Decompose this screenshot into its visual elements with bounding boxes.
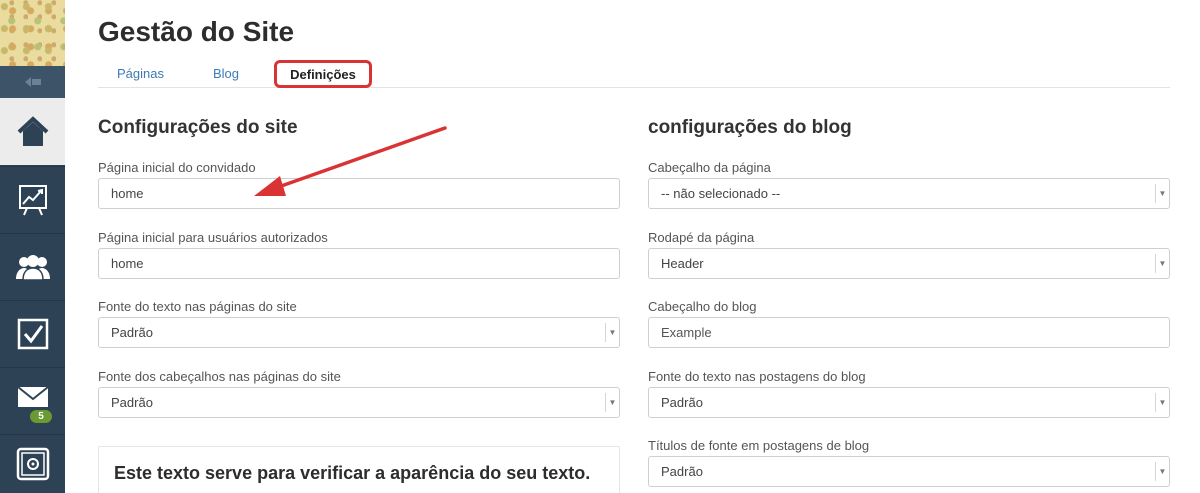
post-heading-font-label: Títulos de fonte em postagens de blog bbox=[648, 438, 870, 453]
sidebar-item-mail[interactable]: 5 bbox=[0, 367, 65, 434]
heading-font-value: Padrão bbox=[111, 395, 153, 410]
home-icon bbox=[17, 115, 48, 146]
post-text-font-label: Fonte do texto nas postagens do blog bbox=[648, 369, 866, 384]
sidebar-item-stats[interactable] bbox=[0, 166, 65, 233]
sidebar-item-settings[interactable] bbox=[0, 434, 65, 493]
tab-settings[interactable]: Definições bbox=[274, 60, 372, 88]
font-preview-text: Este texto serve para verificar a aparên… bbox=[114, 463, 591, 483]
settings-icon bbox=[16, 447, 49, 481]
users-icon bbox=[15, 255, 50, 281]
chart-icon bbox=[18, 185, 47, 216]
chevron-down-icon: ▼ bbox=[1155, 393, 1169, 412]
post-heading-font-select[interactable]: Padrão ▼ bbox=[648, 456, 1170, 487]
sidebar-collapse-button[interactable] bbox=[0, 66, 65, 98]
chevron-down-icon: ▼ bbox=[605, 393, 619, 412]
guest-home-input[interactable]: home bbox=[98, 178, 620, 209]
sidebar-item-home[interactable] bbox=[0, 98, 65, 165]
checkbox-icon bbox=[17, 318, 48, 350]
heading-font-select[interactable]: Padrão ▼ bbox=[98, 387, 620, 418]
chevron-down-icon: ▼ bbox=[1155, 184, 1169, 203]
auth-home-input[interactable]: home bbox=[98, 248, 620, 279]
tab-pages[interactable]: Páginas bbox=[117, 66, 164, 81]
page-footer-select[interactable]: Header ▼ bbox=[648, 248, 1170, 279]
post-heading-font-value: Padrão bbox=[661, 464, 703, 479]
page-title: Gestão do Site bbox=[98, 16, 295, 47]
blog-config-title: configurações do blog bbox=[648, 117, 852, 138]
collapse-arrow-icon bbox=[24, 77, 41, 87]
page-header-value: -- não selecionado -- bbox=[661, 186, 781, 201]
blog-header-label: Cabeçalho do blog bbox=[648, 299, 757, 314]
sidebar-item-users[interactable] bbox=[0, 233, 65, 300]
post-text-font-select[interactable]: Padrão ▼ bbox=[648, 387, 1170, 418]
mail-count-badge: 5 bbox=[28, 408, 54, 425]
page-header-label: Cabeçalho da página bbox=[648, 160, 771, 175]
post-text-font-value: Padrão bbox=[661, 395, 703, 410]
sidebar: 5 bbox=[0, 0, 65, 493]
text-font-select[interactable]: Padrão ▼ bbox=[98, 317, 620, 348]
blog-header-input[interactable]: Example bbox=[648, 317, 1170, 348]
page-header-select[interactable]: -- não selecionado -- ▼ bbox=[648, 178, 1170, 209]
chevron-down-icon: ▼ bbox=[1155, 462, 1169, 481]
tab-bar: Páginas Blog Definições bbox=[98, 60, 1170, 88]
text-font-label: Fonte do texto nas páginas do site bbox=[98, 299, 297, 314]
heading-font-label: Fonte dos cabeçalhos nas páginas do site bbox=[98, 369, 341, 384]
page-footer-value: Header bbox=[661, 256, 704, 271]
chevron-down-icon: ▼ bbox=[605, 323, 619, 342]
sidebar-item-tasks[interactable] bbox=[0, 300, 65, 367]
page-footer-label: Rodapé da página bbox=[648, 230, 755, 245]
site-config-title: Configurações do site bbox=[98, 117, 298, 138]
chevron-down-icon: ▼ bbox=[1155, 254, 1169, 273]
mail-icon bbox=[16, 386, 49, 407]
logo[interactable] bbox=[0, 0, 65, 66]
text-font-value: Padrão bbox=[111, 325, 153, 340]
tab-blog[interactable]: Blog bbox=[213, 66, 239, 81]
guest-home-label: Página inicial do convidado bbox=[98, 160, 256, 175]
font-preview-box: Este texto serve para verificar a aparên… bbox=[98, 446, 620, 493]
auth-home-label: Página inicial para usuários autorizados bbox=[98, 230, 328, 245]
